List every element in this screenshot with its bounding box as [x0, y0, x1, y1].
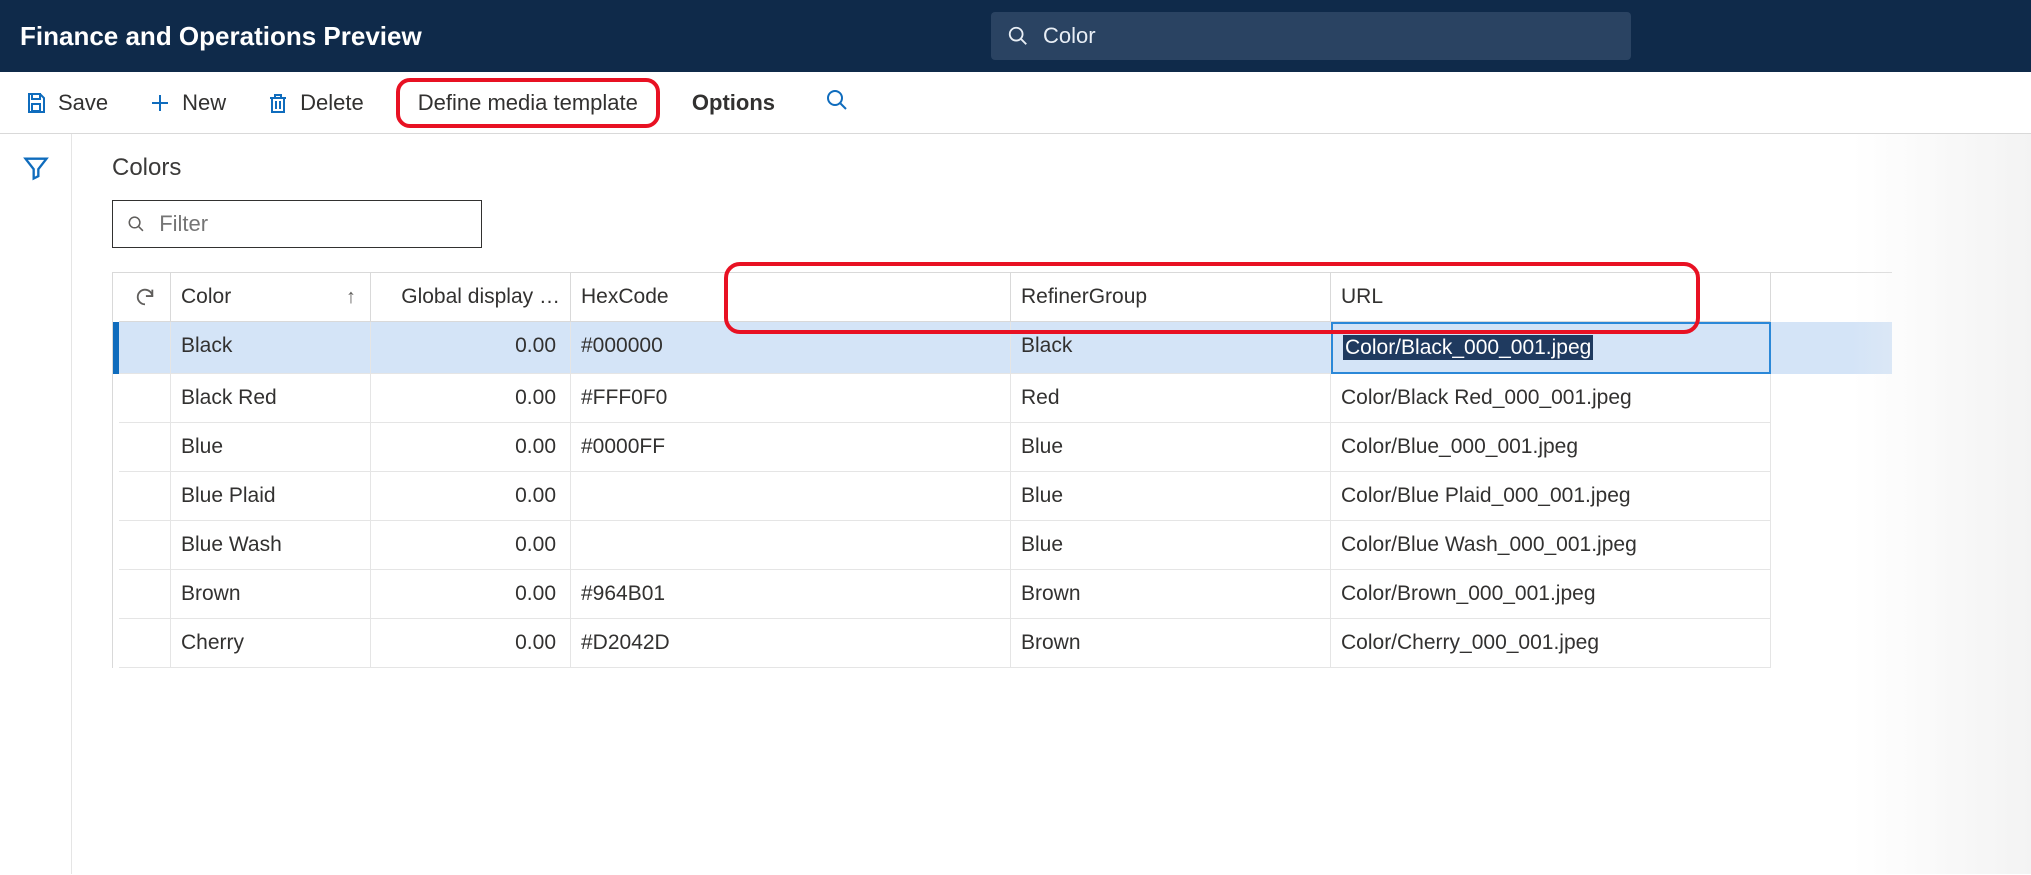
refiner-group-cell[interactable]: Blue — [1011, 423, 1331, 472]
global-display-cell[interactable]: 0.00 — [371, 423, 571, 472]
global-display-column-header[interactable]: Global display … — [371, 273, 571, 322]
hexcode-cell[interactable]: #FFF0F0 — [571, 374, 1011, 423]
hexcode-cell[interactable]: #964B01 — [571, 570, 1011, 619]
funnel-icon — [22, 154, 50, 182]
options-label: Options — [692, 90, 775, 116]
filter-rail — [0, 134, 72, 874]
hexcode-cell[interactable] — [571, 521, 1011, 570]
color-cell[interactable]: Cherry — [171, 619, 371, 668]
color-cell[interactable]: Black Red — [171, 374, 371, 423]
url-cell[interactable]: Color/Black Red_000_001.jpeg — [1331, 374, 1771, 423]
hexcode-column-header[interactable]: HexCode — [571, 273, 1011, 322]
global-display-cell[interactable]: 0.00 — [371, 472, 571, 521]
url-cell[interactable]: Color/Blue Wash_000_001.jpeg — [1331, 521, 1771, 570]
refiner-group-column-label: RefinerGroup — [1021, 285, 1147, 309]
url-cell[interactable]: Color/Brown_000_001.jpeg — [1331, 570, 1771, 619]
action-bar: Save New Delete Define media template Op… — [0, 72, 2031, 134]
row-selector[interactable] — [119, 472, 171, 521]
refiner-group-cell[interactable]: Blue — [1011, 521, 1331, 570]
refiner-group-column-header[interactable]: RefinerGroup — [1011, 273, 1331, 322]
refresh-column-header[interactable] — [119, 273, 171, 322]
global-display-cell[interactable]: 0.00 — [371, 570, 571, 619]
row-selector[interactable] — [119, 322, 171, 374]
search-icon — [1007, 25, 1029, 47]
save-label: Save — [58, 90, 108, 116]
refiner-group-cell[interactable]: Brown — [1011, 570, 1331, 619]
new-label: New — [182, 90, 226, 116]
row-selector[interactable] — [119, 619, 171, 668]
url-cell[interactable]: Color/Cherry_000_001.jpeg — [1331, 619, 1771, 668]
color-column-header[interactable]: Color ↑ — [171, 273, 371, 322]
global-display-cell[interactable]: 0.00 — [371, 374, 571, 423]
hexcode-cell[interactable]: #D2042D — [571, 619, 1011, 668]
filter-box[interactable] — [112, 200, 482, 248]
save-button[interactable]: Save — [16, 84, 116, 122]
global-display-cell[interactable]: 0.00 — [371, 521, 571, 570]
hexcode-cell[interactable]: #000000 — [571, 322, 1011, 374]
search-icon — [127, 214, 145, 234]
refresh-icon — [134, 286, 156, 308]
delete-label: Delete — [300, 90, 364, 116]
top-bar: Finance and Operations Preview Color — [0, 0, 2031, 72]
url-cell[interactable]: Color/Blue_000_001.jpeg — [1331, 423, 1771, 472]
hexcode-cell[interactable] — [571, 472, 1011, 521]
colors-grid: Color ↑ Global display … HexCode Refiner… — [112, 272, 1892, 668]
refiner-group-cell[interactable]: Black — [1011, 322, 1331, 374]
table-row[interactable]: Black0.00#000000BlackColor/Black_000_001… — [113, 322, 1892, 374]
filter-input[interactable] — [157, 210, 467, 238]
color-cell[interactable]: Brown — [171, 570, 371, 619]
trash-icon — [266, 91, 290, 115]
action-search-button[interactable] — [819, 82, 855, 124]
funnel-button[interactable] — [22, 154, 50, 874]
hexcode-column-label: HexCode — [581, 285, 669, 309]
refiner-group-cell[interactable]: Brown — [1011, 619, 1331, 668]
url-column-header[interactable]: URL — [1331, 273, 1771, 322]
table-row[interactable]: Brown0.00#964B01BrownColor/Brown_000_001… — [113, 570, 1892, 619]
grid-header: Color ↑ Global display … HexCode Refiner… — [113, 273, 1892, 322]
table-row[interactable]: Blue Wash0.00 BlueColor/Blue Wash_000_001… — [113, 521, 1892, 570]
url-cell[interactable]: Color/Black_000_001.jpeg — [1331, 322, 1771, 374]
row-selector[interactable] — [119, 423, 171, 472]
plus-icon — [148, 91, 172, 115]
color-cell[interactable]: Blue — [171, 423, 371, 472]
table-row[interactable]: Cherry0.00#D2042DBrownColor/Cherry_000_0… — [113, 619, 1892, 668]
table-row[interactable]: Black Red0.00#FFF0F0RedColor/Black Red_0… — [113, 374, 1892, 423]
new-button[interactable]: New — [140, 84, 234, 122]
save-icon — [24, 91, 48, 115]
color-cell[interactable]: Black — [171, 322, 371, 374]
define-media-template-button[interactable]: Define media template — [396, 78, 660, 128]
global-display-cell[interactable]: 0.00 — [371, 322, 571, 374]
color-cell[interactable]: Blue Wash — [171, 521, 371, 570]
search-icon — [825, 88, 849, 112]
options-button[interactable]: Options — [684, 84, 783, 122]
sort-ascending-icon: ↑ — [346, 286, 356, 309]
refiner-group-cell[interactable]: Blue — [1011, 472, 1331, 521]
delete-button[interactable]: Delete — [258, 84, 372, 122]
global-display-cell[interactable]: 0.00 — [371, 619, 571, 668]
url-column-label: URL — [1341, 285, 1383, 309]
define-media-template-label: Define media template — [418, 90, 638, 116]
hexcode-cell[interactable]: #0000FF — [571, 423, 1011, 472]
row-selector[interactable] — [119, 521, 171, 570]
global-display-column-label: Global display … — [401, 285, 560, 309]
refiner-group-cell[interactable]: Red — [1011, 374, 1331, 423]
row-selector[interactable] — [119, 570, 171, 619]
global-search[interactable]: Color — [991, 12, 1631, 60]
page-title: Colors — [112, 154, 2031, 182]
url-cell[interactable]: Color/Blue Plaid_000_001.jpeg — [1331, 472, 1771, 521]
color-cell[interactable]: Blue Plaid — [171, 472, 371, 521]
global-search-value: Color — [1043, 23, 1096, 49]
app-title: Finance and Operations Preview — [20, 21, 422, 52]
table-row[interactable]: Blue0.00#0000FFBlueColor/Blue_000_001.jp… — [113, 423, 1892, 472]
table-row[interactable]: Blue Plaid0.00 BlueColor/Blue Plaid_000_0… — [113, 472, 1892, 521]
row-selector[interactable] — [119, 374, 171, 423]
color-column-label: Color — [181, 285, 231, 309]
